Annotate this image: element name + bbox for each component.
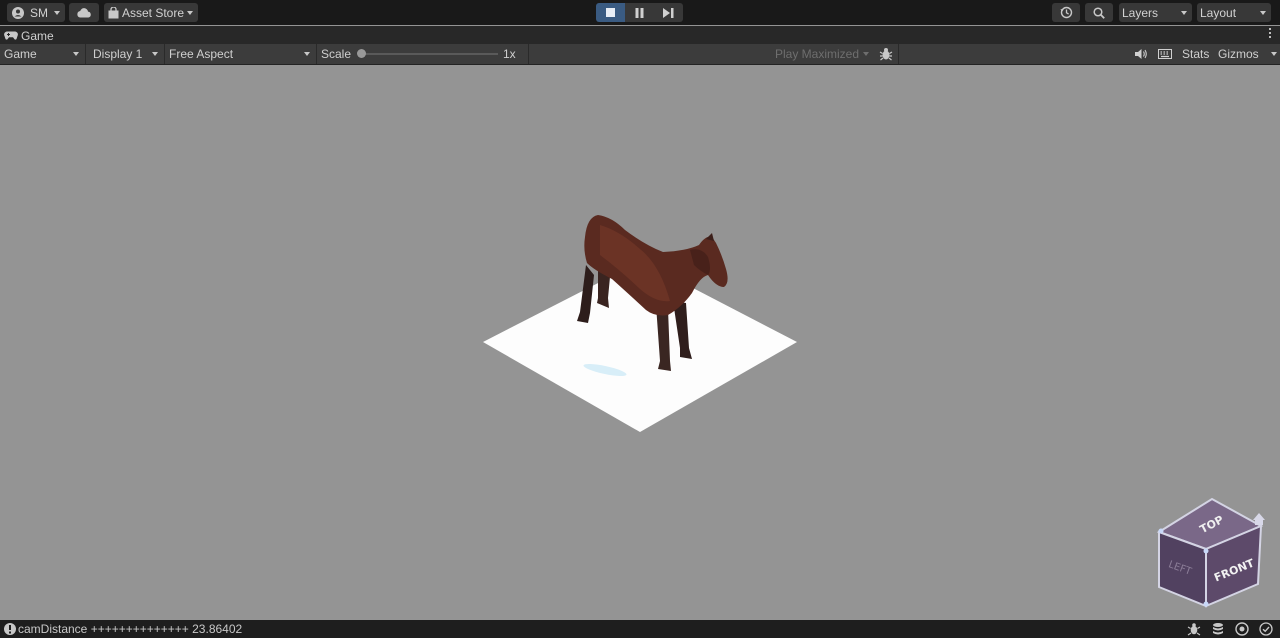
scale-slider-track[interactable]: [360, 53, 498, 55]
asset-store-button[interactable]: Asset Store: [104, 3, 198, 22]
mode-label: Game: [4, 47, 37, 61]
game-viewport[interactable]: TOP LEFT FRONT: [0, 65, 1280, 617]
speaker-icon: [1135, 49, 1147, 59]
camera-icon[interactable]: [1235, 622, 1249, 636]
layers-dropdown[interactable]: Layers: [1119, 3, 1192, 22]
chevron-down-icon: [1260, 11, 1266, 15]
keyboard-icon: [1158, 49, 1172, 59]
account-label: SM: [30, 5, 48, 20]
mute-audio-button[interactable]: [1130, 44, 1152, 64]
step-button[interactable]: [654, 3, 683, 22]
chevron-down-icon: [152, 52, 158, 56]
gizmos-dropdown[interactable]: [1264, 44, 1280, 64]
bug-icon: [879, 48, 893, 61]
account-icon: [12, 6, 24, 19]
cloud-icon: [77, 7, 91, 17]
gamepad-icon: [4, 31, 18, 40]
aspect-dropdown[interactable]: Free Aspect: [165, 44, 317, 64]
stop-icon: [606, 8, 615, 17]
main-toolbar: SM Asset Store Layers Layout: [0, 0, 1280, 25]
panel-tab-strip: Game: [0, 26, 1280, 44]
status-bar: camDistance ++++++++++++++ 23.86402: [0, 620, 1280, 638]
checkmark-icon[interactable]: [1259, 622, 1273, 636]
chevron-down-icon: [1181, 11, 1187, 15]
game-view-toolbar: Game Display 1 Free Aspect Scale 1x Play…: [0, 44, 1280, 65]
play-maximized-label: Play Maximized: [775, 47, 860, 61]
tab-game[interactable]: Game: [4, 27, 54, 44]
panel-menu-icon[interactable]: [1269, 28, 1272, 38]
chevron-down-icon: [304, 52, 310, 56]
scene-render: TOP LEFT FRONT: [483, 215, 1265, 608]
aspect-label: Free Aspect: [169, 47, 234, 61]
display-dropdown[interactable]: Display 1: [89, 44, 165, 64]
search-button[interactable]: [1085, 3, 1113, 22]
gizmos-label: Gizmos: [1218, 47, 1259, 61]
shortcuts-button[interactable]: [1154, 44, 1178, 64]
search-icon: [1093, 6, 1105, 19]
cloud-button[interactable]: [69, 3, 99, 22]
history-icon: [1060, 6, 1072, 19]
display-label: Display 1: [93, 47, 143, 61]
chevron-down-icon: [73, 52, 79, 56]
step-forward-icon: [663, 7, 674, 18]
layers-label: Layers: [1122, 5, 1159, 20]
chevron-down-icon: [54, 10, 60, 15]
play-maximized-dropdown[interactable]: Play Maximized: [771, 44, 875, 64]
chevron-down-icon: [187, 10, 194, 15]
layout-label: Layout: [1200, 5, 1237, 20]
asset-store-label: Asset Store: [122, 5, 185, 20]
pause-icon: [635, 7, 644, 18]
chevron-down-icon: [863, 52, 869, 56]
frame-debugger-button[interactable]: [875, 44, 899, 64]
status-message[interactable]: camDistance ++++++++++++++ 23.86402: [18, 622, 242, 636]
debug-bug-icon[interactable]: [1187, 622, 1201, 636]
scale-value: 1x: [503, 47, 516, 61]
orientation-gizmo: TOP LEFT FRONT: [1156, 497, 1265, 608]
stats-label: Stats: [1182, 47, 1210, 61]
scale-label: Scale: [321, 47, 352, 61]
scale-slider-handle[interactable]: [357, 49, 366, 58]
play-stop-button[interactable]: [596, 3, 625, 22]
stats-toggle[interactable]: Stats: [1178, 44, 1214, 64]
playback-controls: [596, 3, 683, 22]
cache-server-icon[interactable]: [1211, 622, 1225, 636]
pause-button[interactable]: [625, 3, 654, 22]
info-icon: [4, 623, 16, 635]
undo-history-button[interactable]: [1052, 3, 1080, 22]
shopping-bag-icon: [108, 6, 119, 18]
tab-label: Game: [21, 28, 54, 43]
chevron-down-icon: [1271, 52, 1277, 56]
account-dropdown[interactable]: SM: [7, 3, 65, 22]
layout-dropdown[interactable]: Layout: [1197, 3, 1271, 22]
mode-dropdown[interactable]: Game: [0, 44, 86, 64]
gizmos-toggle[interactable]: Gizmos: [1214, 44, 1264, 64]
